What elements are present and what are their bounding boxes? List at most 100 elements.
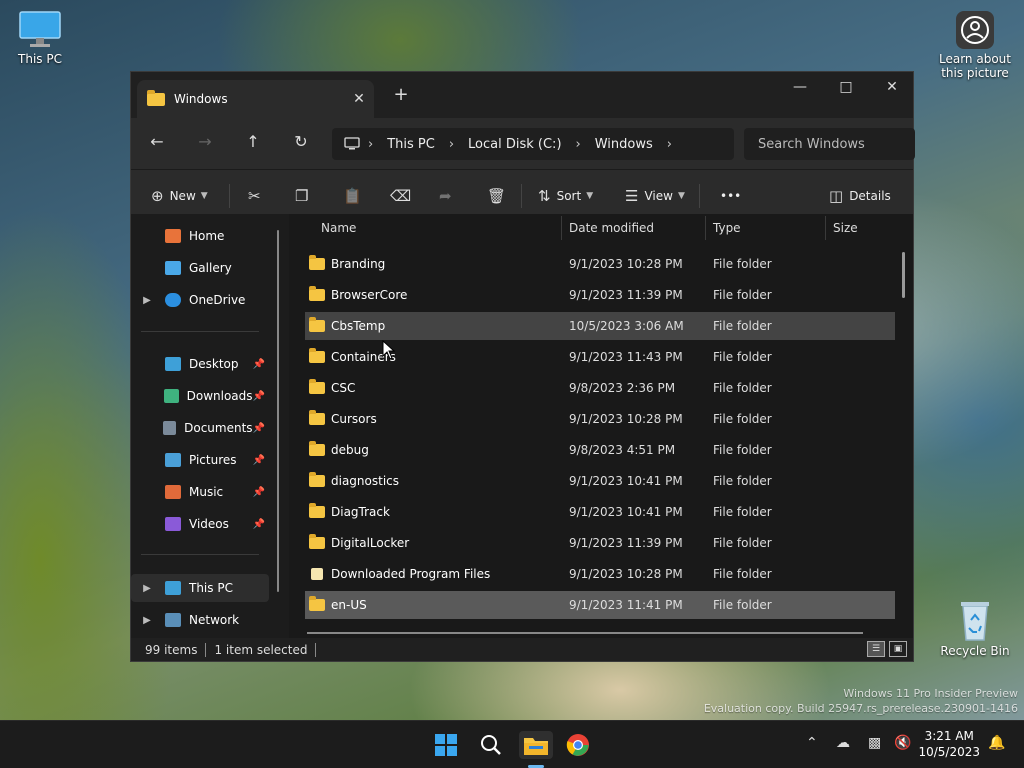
rename-button[interactable]: ⌫	[390, 183, 417, 209]
sidebar-item-desktop[interactable]: Desktop 📌	[131, 350, 269, 378]
back-button[interactable]: ←	[143, 132, 171, 156]
paste-button[interactable]: 📋	[343, 183, 368, 209]
sidebar-item-documents[interactable]: Documents 📌	[131, 414, 269, 442]
recycle-bin-label: Recycle Bin	[940, 644, 1010, 658]
table-row[interactable]: diagnostics 9/1/2023 10:41 PM File folde…	[305, 467, 895, 495]
large-icons-view-icon[interactable]: ▣	[889, 641, 907, 657]
recycle-bin-desktop-icon[interactable]: Recycle Bin	[935, 598, 1015, 658]
folder-icon	[309, 255, 325, 270]
sidebar-item-home[interactable]: Home	[131, 222, 269, 250]
clock-date: 10/5/2023	[918, 745, 980, 759]
mouse-cursor-icon	[382, 340, 396, 360]
sidebar-item-onedrive[interactable]: ▶ OneDrive	[131, 286, 269, 314]
pin-icon[interactable]: 📌	[253, 423, 265, 434]
column-header-name[interactable]: Name	[321, 221, 356, 235]
onedrive-status-icon[interactable]: ☁	[836, 735, 850, 751]
table-row[interactable]: debug 9/8/2023 4:51 PM File folder	[305, 436, 895, 464]
network-status-icon[interactable]: ▩	[868, 735, 881, 751]
forward-button[interactable]: →	[191, 132, 219, 156]
maximize-button[interactable]: □	[823, 72, 869, 102]
sidebar-scrollbar[interactable]	[277, 230, 279, 592]
selection-count: 1 item selected	[214, 642, 308, 657]
minimize-button[interactable]: —	[777, 72, 823, 102]
table-row[interactable]: en-US 9/1/2023 11:41 PM File folder	[305, 591, 895, 619]
chevron-right-icon[interactable]: ▶	[139, 583, 155, 594]
chevron-down-icon: ▼	[586, 191, 594, 201]
volume-muted-icon[interactable]: 🔇	[894, 735, 911, 751]
sort-button[interactable]: ⇅ Sort ▼	[538, 183, 593, 209]
row-type: File folder	[713, 319, 772, 333]
plus-circle-icon: ⊕	[151, 187, 164, 205]
details-pane-icon: ◫	[829, 187, 844, 205]
column-header-type[interactable]: Type	[713, 221, 741, 235]
notification-bell-icon[interactable]: 🔔	[988, 735, 1005, 751]
table-row[interactable]: DiagTrack 9/1/2023 10:41 PM File folder	[305, 498, 895, 526]
table-row[interactable]: DigitalLocker 9/1/2023 11:39 PM File fol…	[305, 529, 895, 557]
file-explorer-taskbar-button[interactable]	[519, 731, 553, 759]
close-tab-icon[interactable]: ✕	[344, 91, 374, 107]
copy-button[interactable]: ❐	[295, 183, 314, 209]
delete-button[interactable]: 🗑	[487, 183, 512, 209]
horizontal-scrollbar[interactable]	[307, 632, 863, 634]
start-button[interactable]	[431, 731, 461, 759]
sidebar-item-music[interactable]: Music 📌	[131, 478, 269, 506]
document-icon	[162, 421, 177, 435]
sidebar-item-gallery[interactable]: Gallery	[131, 254, 269, 282]
sidebar-item-videos[interactable]: Videos 📌	[131, 510, 269, 538]
pin-icon[interactable]: 📌	[253, 519, 265, 530]
table-row[interactable]: BrowserCore 9/1/2023 11:39 PM File folde…	[305, 281, 895, 309]
sidebar-item-network[interactable]: ▶ Network	[131, 606, 269, 634]
breadcrumb-local-disk[interactable]: Local Disk (C:)	[468, 137, 561, 152]
up-button[interactable]: ↑	[239, 132, 267, 156]
view-button[interactable]: ☰ View ▼	[625, 183, 685, 209]
vertical-scrollbar[interactable]	[902, 252, 905, 298]
table-row[interactable]: Downloaded Program Files 9/1/2023 10:28 …	[305, 560, 895, 588]
chevron-right-icon[interactable]: ›	[667, 137, 672, 152]
search-button[interactable]	[476, 731, 506, 759]
scissors-icon: ✂	[248, 187, 261, 205]
details-view-icon[interactable]: ☰	[867, 641, 885, 657]
table-row[interactable]: Branding 9/1/2023 10:28 PM File folder	[305, 250, 895, 278]
search-input[interactable]: Search Windows	[744, 128, 915, 160]
share-button[interactable]: ➦	[439, 183, 458, 209]
new-button[interactable]: ⊕ New ▼	[151, 183, 208, 209]
chevron-right-icon[interactable]: ▶	[139, 615, 155, 626]
sidebar-item-pictures[interactable]: Pictures 📌	[131, 446, 269, 474]
sidebar-item-label: Downloads	[186, 389, 253, 403]
table-row[interactable]: CbsTemp 10/5/2023 3:06 AM File folder	[305, 312, 895, 340]
taskbar-clock[interactable]: 3:21 AM 10/5/2023	[918, 728, 980, 760]
sidebar-item-downloads[interactable]: Downloads 📌	[131, 382, 269, 410]
address-bar[interactable]: › This PC › Local Disk (C:) › Windows ›	[332, 128, 734, 160]
breadcrumb-this-pc[interactable]: This PC	[387, 137, 435, 152]
breadcrumb-windows[interactable]: Windows	[595, 137, 653, 152]
tab-windows[interactable]: Windows ✕	[137, 80, 374, 118]
row-name: en-US	[331, 598, 367, 612]
this-pc-desktop-icon[interactable]: This PC	[0, 10, 80, 66]
sidebar-item-label: OneDrive	[189, 293, 246, 307]
chrome-taskbar-button[interactable]	[563, 731, 593, 759]
row-date: 9/1/2023 10:41 PM	[569, 505, 683, 519]
column-header-date[interactable]: Date modified	[569, 221, 654, 235]
chevron-up-icon[interactable]: ⌃	[806, 735, 818, 751]
row-type: File folder	[713, 505, 772, 519]
new-tab-button[interactable]: +	[389, 84, 413, 105]
more-options-button[interactable]: •••	[720, 183, 741, 209]
table-row[interactable]: Cursors 9/1/2023 10:28 PM File folder	[305, 405, 895, 433]
pin-icon[interactable]: 📌	[253, 455, 265, 466]
chevron-right-icon[interactable]: ▶	[139, 295, 155, 306]
sort-icon: ⇅	[538, 187, 551, 205]
windows-logo-icon	[435, 734, 457, 756]
pin-icon[interactable]: 📌	[253, 391, 265, 402]
cut-button[interactable]: ✂	[248, 183, 267, 209]
refresh-button[interactable]: ↻	[287, 132, 315, 156]
close-window-button[interactable]: ✕	[869, 72, 915, 102]
learn-about-picture-icon[interactable]: Learn about this picture	[935, 10, 1015, 80]
details-button[interactable]: ◫ Details	[829, 183, 891, 209]
row-name: debug	[331, 443, 369, 457]
column-header-size[interactable]: Size	[833, 221, 858, 235]
folder-icon	[309, 317, 325, 332]
sidebar-item-this-pc[interactable]: ▶ This PC	[131, 574, 269, 602]
table-row[interactable]: CSC 9/8/2023 2:36 PM File folder	[305, 374, 895, 402]
pin-icon[interactable]: 📌	[253, 359, 265, 370]
pin-icon[interactable]: 📌	[253, 487, 265, 498]
